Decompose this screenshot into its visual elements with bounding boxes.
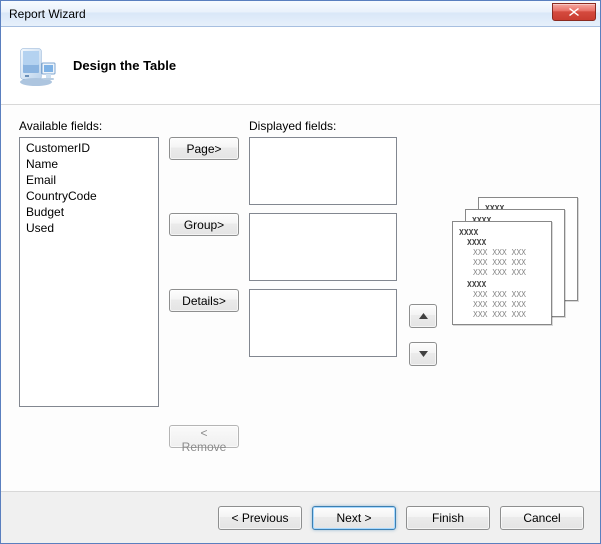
remove-button[interactable]: < Remove — [169, 425, 239, 448]
displayed-fields-label: Displayed fields: — [249, 119, 397, 133]
move-down-button[interactable] — [409, 342, 437, 366]
wizard-heading: Design the Table — [73, 58, 176, 73]
window-title: Report Wizard — [9, 7, 552, 21]
details-button[interactable]: Details> — [169, 289, 239, 312]
triangle-down-icon — [419, 351, 428, 357]
wizard-header: Design the Table — [1, 27, 600, 105]
available-fields-listbox[interactable]: CustomerIDNameEmailCountryCodeBudgetUsed — [19, 137, 159, 407]
computer-icon — [13, 43, 59, 89]
list-item[interactable]: Name — [26, 156, 152, 172]
group-fields-listbox[interactable] — [249, 213, 397, 281]
page-button[interactable]: Page> — [169, 137, 239, 160]
page-fields-listbox[interactable] — [249, 137, 397, 205]
wizard-body: Available fields: Displayed fields: Cust… — [1, 105, 600, 491]
titlebar: Report Wizard — [1, 1, 600, 27]
move-up-button[interactable] — [409, 304, 437, 328]
wizard-footer: < Previous Next > Finish Cancel — [1, 491, 600, 543]
report-wizard-dialog: Report Wizard Design t — [0, 0, 601, 544]
group-button[interactable]: Group> — [169, 213, 239, 236]
list-item[interactable]: Used — [26, 220, 152, 236]
available-fields-label: Available fields: — [19, 119, 159, 133]
list-item[interactable]: Email — [26, 172, 152, 188]
layout-preview: XXXX XXXX XXXX XXXX XXX XXX XXX XXX XXX … — [452, 197, 578, 325]
previous-button[interactable]: < Previous — [218, 506, 302, 530]
list-item[interactable]: Budget — [26, 204, 152, 220]
close-icon — [569, 8, 579, 16]
cancel-button[interactable]: Cancel — [500, 506, 584, 530]
triangle-up-icon — [419, 313, 428, 319]
list-item[interactable]: CustomerID — [26, 140, 152, 156]
list-item[interactable]: CountryCode — [26, 188, 152, 204]
finish-button[interactable]: Finish — [406, 506, 490, 530]
next-button[interactable]: Next > — [312, 506, 396, 530]
close-button[interactable] — [552, 3, 596, 21]
details-fields-listbox[interactable] — [249, 289, 397, 357]
